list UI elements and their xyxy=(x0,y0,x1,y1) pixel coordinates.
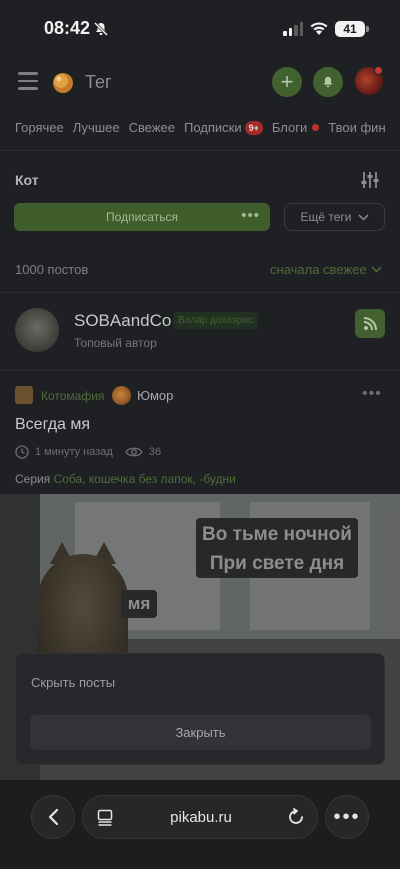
post-title[interactable]: Всегда мя xyxy=(15,416,90,434)
add-post-button[interactable]: + xyxy=(272,67,302,97)
sort-dropdown[interactable]: сначала свежее xyxy=(270,262,382,277)
post-more-icon[interactable]: ••• xyxy=(362,385,382,403)
community-avatar[interactable] xyxy=(112,386,131,405)
tab-blogs[interactable]: Блоги xyxy=(272,120,320,135)
author-avatar[interactable] xyxy=(15,308,59,352)
cellular-signal-icon xyxy=(283,22,303,36)
author-role: Топовый автор xyxy=(74,336,157,350)
tab-fresh[interactable]: Свежее xyxy=(129,120,175,135)
feed-tabs: Горячее Лучшее Свежее Подписки 9+ Блоги … xyxy=(15,120,395,135)
browser-more-button[interactable]: ••• xyxy=(325,795,369,839)
status-time: 08:42 xyxy=(44,18,91,38)
community-link[interactable]: Юмор xyxy=(137,388,173,403)
more-tags-label: Ещё теги xyxy=(300,210,352,224)
battery-icon: 41 xyxy=(335,21,365,37)
reader-mode-icon[interactable] xyxy=(97,809,113,827)
plus-icon: + xyxy=(280,69,294,94)
follow-author-button[interactable] xyxy=(355,309,385,338)
community-link[interactable]: Котомафия xyxy=(41,389,104,403)
sheet-option-hide-posts[interactable]: Скрыть посты xyxy=(31,675,115,690)
filter-settings-icon[interactable] xyxy=(360,171,380,189)
more-dots-icon: ••• xyxy=(333,805,361,828)
divider xyxy=(0,150,400,151)
blogs-dot xyxy=(312,124,320,131)
subscribe-label: Подписаться xyxy=(106,210,178,224)
post-series: Серия Соба, кошечка без лапок, -будни xyxy=(15,472,236,486)
tab-subscriptions[interactable]: Подписки 9+ xyxy=(184,120,263,135)
pikabu-logo-icon[interactable] xyxy=(50,69,75,94)
reload-icon[interactable] xyxy=(287,808,305,826)
rss-icon xyxy=(363,316,377,330)
notifications-button[interactable] xyxy=(313,67,343,97)
chevron-left-icon xyxy=(48,808,59,826)
page-title: Тег xyxy=(85,72,112,92)
subscribe-button[interactable]: Подписаться ••• xyxy=(14,203,270,231)
views-eye-icon xyxy=(125,447,143,457)
address-bar[interactable]: pikabu.ru xyxy=(82,795,318,839)
clock-icon xyxy=(15,445,29,459)
subscriptions-badge: 9+ xyxy=(244,120,263,135)
menu-icon[interactable] xyxy=(18,72,38,90)
tab-hot[interactable]: Горячее xyxy=(15,120,64,135)
close-button[interactable]: Закрыть xyxy=(30,715,371,750)
subscribe-more-icon[interactable]: ••• xyxy=(241,207,260,224)
wifi-icon xyxy=(310,22,328,35)
chevron-down-icon xyxy=(371,266,382,273)
post-views: 36 xyxy=(148,446,162,458)
url-text[interactable]: pikabu.ru xyxy=(83,796,319,840)
community-avatar[interactable] xyxy=(15,386,33,404)
sort-label: сначала свежее xyxy=(270,262,367,277)
divider xyxy=(0,370,400,371)
more-tags-button[interactable]: Ещё теги xyxy=(284,203,385,231)
back-button[interactable] xyxy=(31,795,75,839)
tag-name: Кот xyxy=(15,172,39,188)
hide-posts-sheet: Скрыть посты Закрыть xyxy=(15,653,385,765)
series-link[interactable]: Соба, кошечка без лапок, -будни xyxy=(54,472,236,486)
series-label: Серия xyxy=(15,472,51,486)
post-meta: 1 минуту назад 36 xyxy=(15,445,161,459)
bell-muted-icon xyxy=(93,21,109,37)
post-count: 1000 постов xyxy=(15,262,89,277)
avatar-notification-dot xyxy=(374,66,383,75)
bell-icon xyxy=(323,76,333,88)
battery-tip xyxy=(366,26,369,32)
chevron-down-icon xyxy=(357,213,369,221)
tab-best[interactable]: Лучшее xyxy=(73,120,120,135)
author-status-badge: Валар дохаэрис xyxy=(173,312,258,329)
tab-finance[interactable]: Твои фин xyxy=(328,120,385,135)
divider xyxy=(0,292,400,293)
post-time: 1 минуту назад xyxy=(35,446,113,458)
author-name[interactable]: SOBAandCo xyxy=(74,311,171,331)
